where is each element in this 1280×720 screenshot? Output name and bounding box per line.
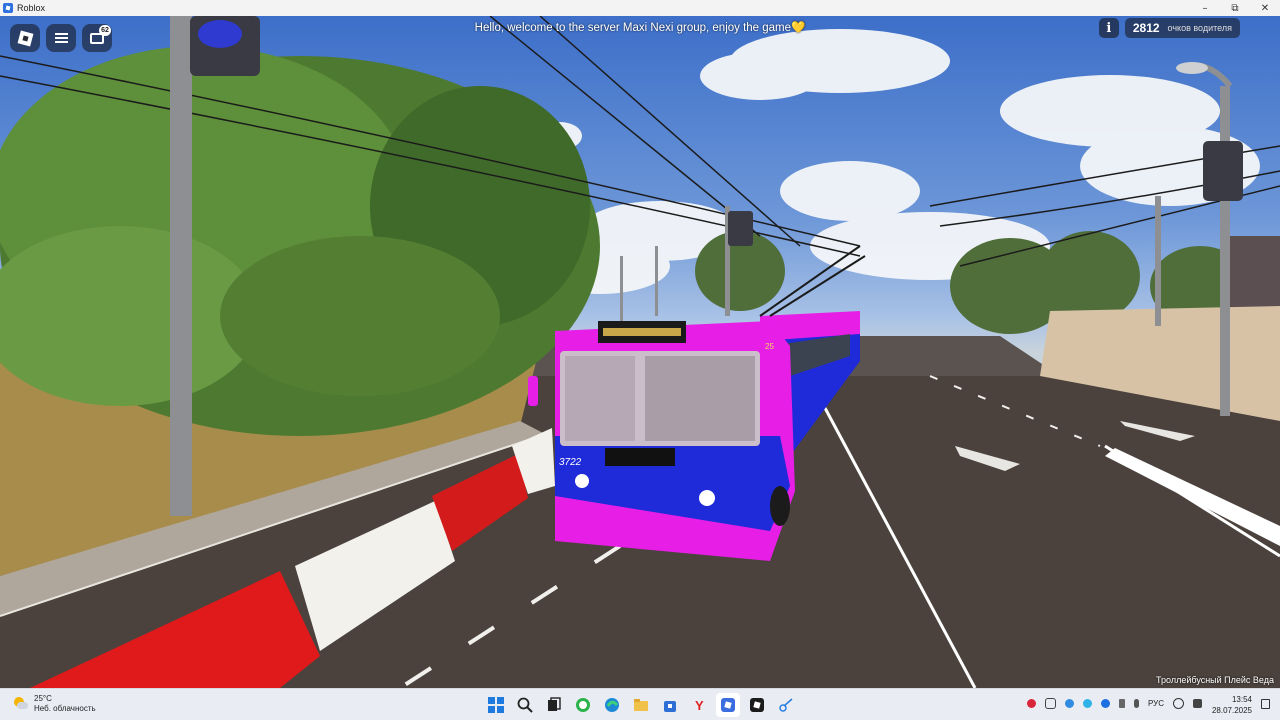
svg-text:Y: Y <box>695 698 704 713</box>
taskbar-clock[interactable]: 13:54 28.07.2025 <box>1212 694 1252 716</box>
usb-icon[interactable] <box>1118 699 1125 708</box>
notifications-icon[interactable] <box>1261 699 1270 709</box>
wifi-icon[interactable] <box>1173 698 1184 709</box>
volume-icon[interactable] <box>1193 699 1202 708</box>
windows-taskbar: 25°C Неб. облачность Y РУС 13:54 28.07.2… <box>0 688 1280 720</box>
traffic-light-right <box>1203 141 1243 201</box>
language-indicator[interactable]: РУС <box>1148 699 1164 708</box>
clock-time: 13:54 <box>1231 695 1252 704</box>
roblox-hud-right: i 2812 очков водителя <box>1098 18 1240 38</box>
windows-start-icon[interactable] <box>484 693 508 717</box>
snipping-tool-icon[interactable] <box>774 693 798 717</box>
close-button[interactable]: ✕ <box>1250 0 1280 16</box>
weather-widget[interactable]: 25°C Неб. облачность <box>14 694 96 714</box>
tray-app-blue-icon[interactable] <box>1064 699 1074 708</box>
info-button[interactable]: i <box>1098 18 1119 38</box>
minimize-button[interactable]: – <box>1190 0 1220 16</box>
weather-temperature: 25°C <box>34 694 52 703</box>
search-icon[interactable] <box>513 693 537 717</box>
window-title: Roblox <box>17 3 46 13</box>
task-view-icon[interactable] <box>542 693 566 717</box>
game-viewport[interactable]: 3722 25 62 Hello, welcome to the server … <box>0 16 1280 688</box>
street-lamp-head <box>1176 62 1208 74</box>
file-explorer-icon[interactable] <box>629 693 653 717</box>
driver-score-label: очков водителя <box>1167 23 1232 33</box>
yandex-icon[interactable]: Y <box>687 693 711 717</box>
onedrive-icon[interactable] <box>1044 698 1056 709</box>
server-welcome-message: Hello, welcome to the server Maxi Nexi g… <box>474 22 806 34</box>
whatsapp-icon[interactable] <box>571 693 595 717</box>
store-icon[interactable] <box>658 693 682 717</box>
driver-score-panel: 2812 очков водителя <box>1124 18 1240 38</box>
tray-app-lightblue-icon[interactable] <box>1082 699 1092 708</box>
game-scene: 3722 25 <box>0 16 1280 688</box>
maximize-button[interactable]: ⧉ <box>1220 0 1250 16</box>
clock-date: 28.07.2025 <box>1211 706 1252 715</box>
weather-description: Неб. облачность <box>34 704 96 713</box>
location-label: Троллейбусный Плейс Веда <box>1156 675 1274 685</box>
microphone-icon[interactable] <box>1133 699 1139 708</box>
tray-app-red-icon[interactable] <box>1026 699 1036 708</box>
clouds <box>530 29 1260 294</box>
tree-left <box>0 46 600 436</box>
bus-fleet-number: 3722 <box>559 457 582 468</box>
traffic-light-mid <box>728 211 753 246</box>
hamburger-icon <box>54 33 68 43</box>
roblox-studio-icon[interactable] <box>745 693 769 717</box>
window-title-bar: Roblox – ⧉ ✕ <box>0 0 1280 16</box>
roblox-app-icon <box>3 3 13 13</box>
roblox-icon[interactable] <box>716 693 740 717</box>
taskbar-apps: Y <box>484 693 798 717</box>
bus-route-number: 25 <box>765 342 774 351</box>
driver-score-value: 2812 <box>1132 21 1160 35</box>
bluetooth-icon[interactable] <box>1100 699 1110 708</box>
partly-cloudy-icon <box>14 697 28 711</box>
system-tray: РУС <box>1026 698 1202 709</box>
edge-icon[interactable] <box>600 693 624 717</box>
